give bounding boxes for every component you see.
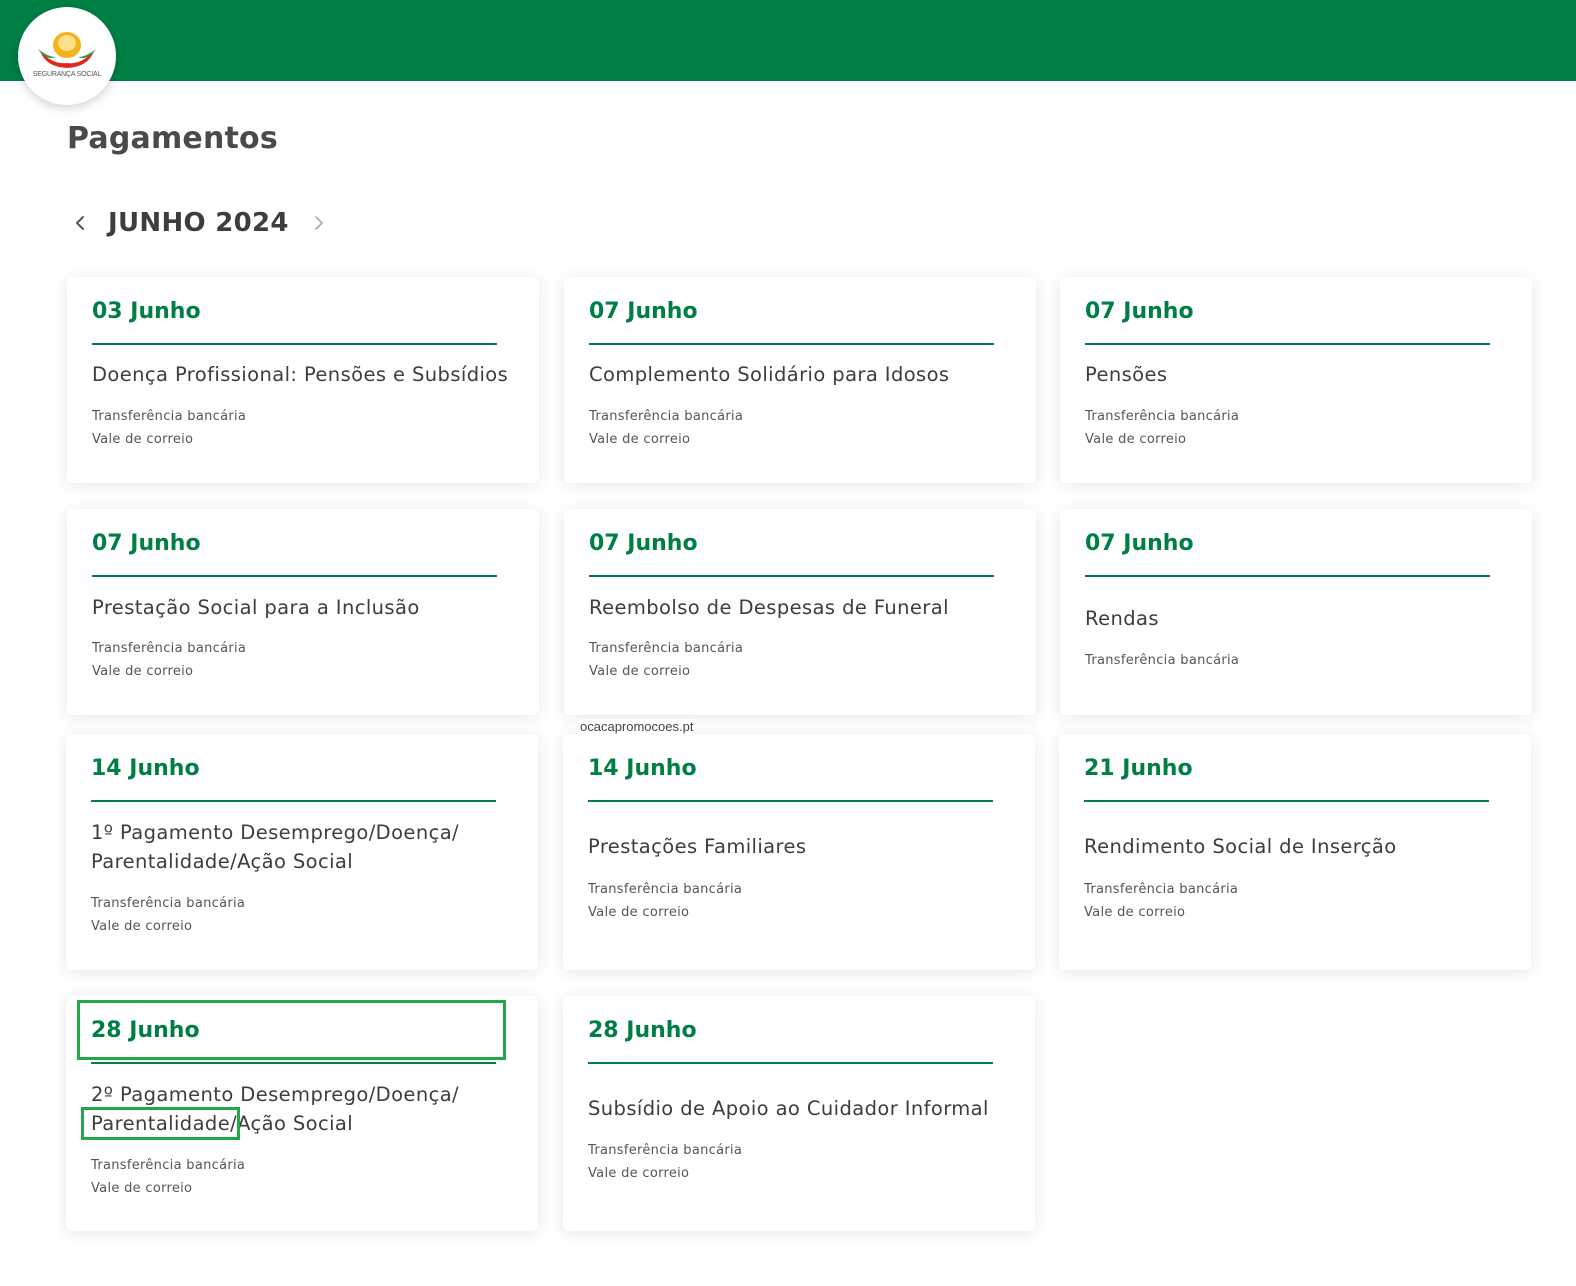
divider [1084,800,1489,802]
payment-method: Transferência bancária [91,1158,246,1173]
payment-title: Prestações Familiares [588,835,807,858]
payment-methods: Transferência bancária Vale de correio [1084,878,1238,924]
payment-date: 07 Junho [92,531,201,556]
chevron-right-icon [315,216,323,230]
divider [1085,575,1490,577]
payment-method: Transferência bancária [92,409,247,424]
payment-card[interactable]: 21 Junho Rendimento Social de Inserção T… [1059,734,1531,970]
payment-method: Transferência bancária [1085,409,1240,424]
payment-title: Rendimento Social de Inserção [1084,835,1397,858]
divider [91,800,496,802]
payment-card[interactable]: 07 Junho Complemento Solidário para Idos… [564,277,1036,483]
payment-methods: Transferência bancária Vale de correio [92,637,246,683]
payment-methods: Transferência bancária Vale de correio [1085,405,1239,451]
payment-date: 28 Junho [588,1018,697,1043]
logo-text: SEGURANÇA SOCIAL [32,71,102,78]
payment-card[interactable]: 03 Junho Doença Profissional: Pensões e … [67,277,539,483]
payment-methods: Transferência bancária Vale de correio [92,405,246,451]
payment-methods: Transferência bancária Vale de correio [588,1139,742,1185]
payment-method: Vale de correio [91,919,193,934]
current-month-label: JUNHO 2024 [108,208,289,238]
divider [589,343,994,345]
payment-method: Transferência bancária [1084,882,1239,897]
payment-method: Transferência bancária [589,641,744,656]
payment-method: Vale de correio [1084,905,1186,920]
payment-date: 28 Junho [91,1018,200,1043]
payment-date: 07 Junho [589,531,698,556]
payment-method: Vale de correio [92,664,194,679]
payment-method: Transferência bancária [588,882,743,897]
divider [588,800,993,802]
payment-card[interactable]: 07 Junho Pensões Transferência bancária … [1060,277,1532,483]
payment-method: Transferência bancária [589,409,744,424]
payment-date: 21 Junho [1084,756,1193,781]
top-bar [0,0,1576,81]
payment-card[interactable]: 14 Junho 1º Pagamento Desemprego/Doença/… [66,734,538,970]
payment-title: Subsídio de Apoio ao Cuidador Informal [588,1097,989,1120]
payment-method: Transferência bancária [91,896,246,911]
payment-method: Vale de correio [91,1181,193,1196]
payment-method: Vale de correio [589,664,691,679]
payment-card[interactable]: 07 Junho Reembolso de Despesas de Funera… [564,509,1036,715]
payment-method: Transferência bancária [1085,653,1240,668]
payment-methods: Transferência bancária Vale de correio [589,405,743,451]
payment-methods: Transferência bancária [1085,649,1239,672]
payment-date: 14 Junho [588,756,697,781]
payment-method: Transferência bancária [588,1143,743,1158]
payment-title: Reembolso de Despesas de Funeral [589,596,949,619]
payment-method: Vale de correio [589,432,691,447]
payment-methods: Transferência bancária Vale de correio [589,637,743,683]
divider [91,1062,496,1064]
payment-card[interactable]: 14 Junho Prestações Familiares Transferê… [563,734,1035,970]
payment-date: 03 Junho [92,299,201,324]
payment-title: 2º Pagamento Desemprego/Doença/ Parental… [91,1083,460,1135]
divider [588,1062,993,1064]
divider [589,575,994,577]
payment-date: 07 Junho [589,299,698,324]
chevron-left-icon [76,216,84,230]
payment-date: 07 Junho [1085,299,1194,324]
page-title: Pagamentos [67,121,278,156]
next-month-button[interactable] [305,203,333,243]
logo-emblem-icon [38,32,96,68]
payment-title: Doença Profissional: Pensões e Subsídios [92,363,509,386]
divider [92,343,497,345]
watermark-text: ocacapromocoes.pt [579,719,695,734]
previous-month-button[interactable] [66,203,94,243]
payment-methods: Transferência bancária Vale de correio [91,1154,245,1200]
divider [1085,343,1490,345]
payment-methods: Transferência bancária Vale de correio [91,892,245,938]
payment-card[interactable]: 07 Junho Rendas Transferência bancária [1060,509,1532,715]
payment-title: Prestação Social para a Inclusão [92,596,420,619]
payment-methods: Transferência bancária Vale de correio [588,878,742,924]
payment-title: Complemento Solidário para Idosos [589,363,950,386]
payment-method: Transferência bancária [92,641,247,656]
payment-card[interactable]: 07 Junho Prestação Social para a Inclusã… [67,509,539,715]
payment-method: Vale de correio [1085,432,1187,447]
month-navigator: JUNHO 2024 [66,203,333,243]
payment-method: Vale de correio [588,905,690,920]
payment-title: Pensões [1085,363,1168,386]
payment-date: 14 Junho [91,756,200,781]
divider [92,575,497,577]
payment-method: Vale de correio [92,432,194,447]
payment-card[interactable]: 28 Junho Subsídio de Apoio ao Cuidador I… [563,996,1035,1231]
seguranca-social-logo[interactable]: SEGURANÇA SOCIAL [18,7,116,105]
payment-date: 07 Junho [1085,531,1194,556]
payment-card[interactable]: 28 Junho 2º Pagamento Desemprego/Doença/… [66,996,538,1231]
payment-title: Rendas [1085,607,1159,630]
payment-method: Vale de correio [588,1166,690,1181]
payment-title: 1º Pagamento Desemprego/Doença/ Parental… [91,821,460,873]
